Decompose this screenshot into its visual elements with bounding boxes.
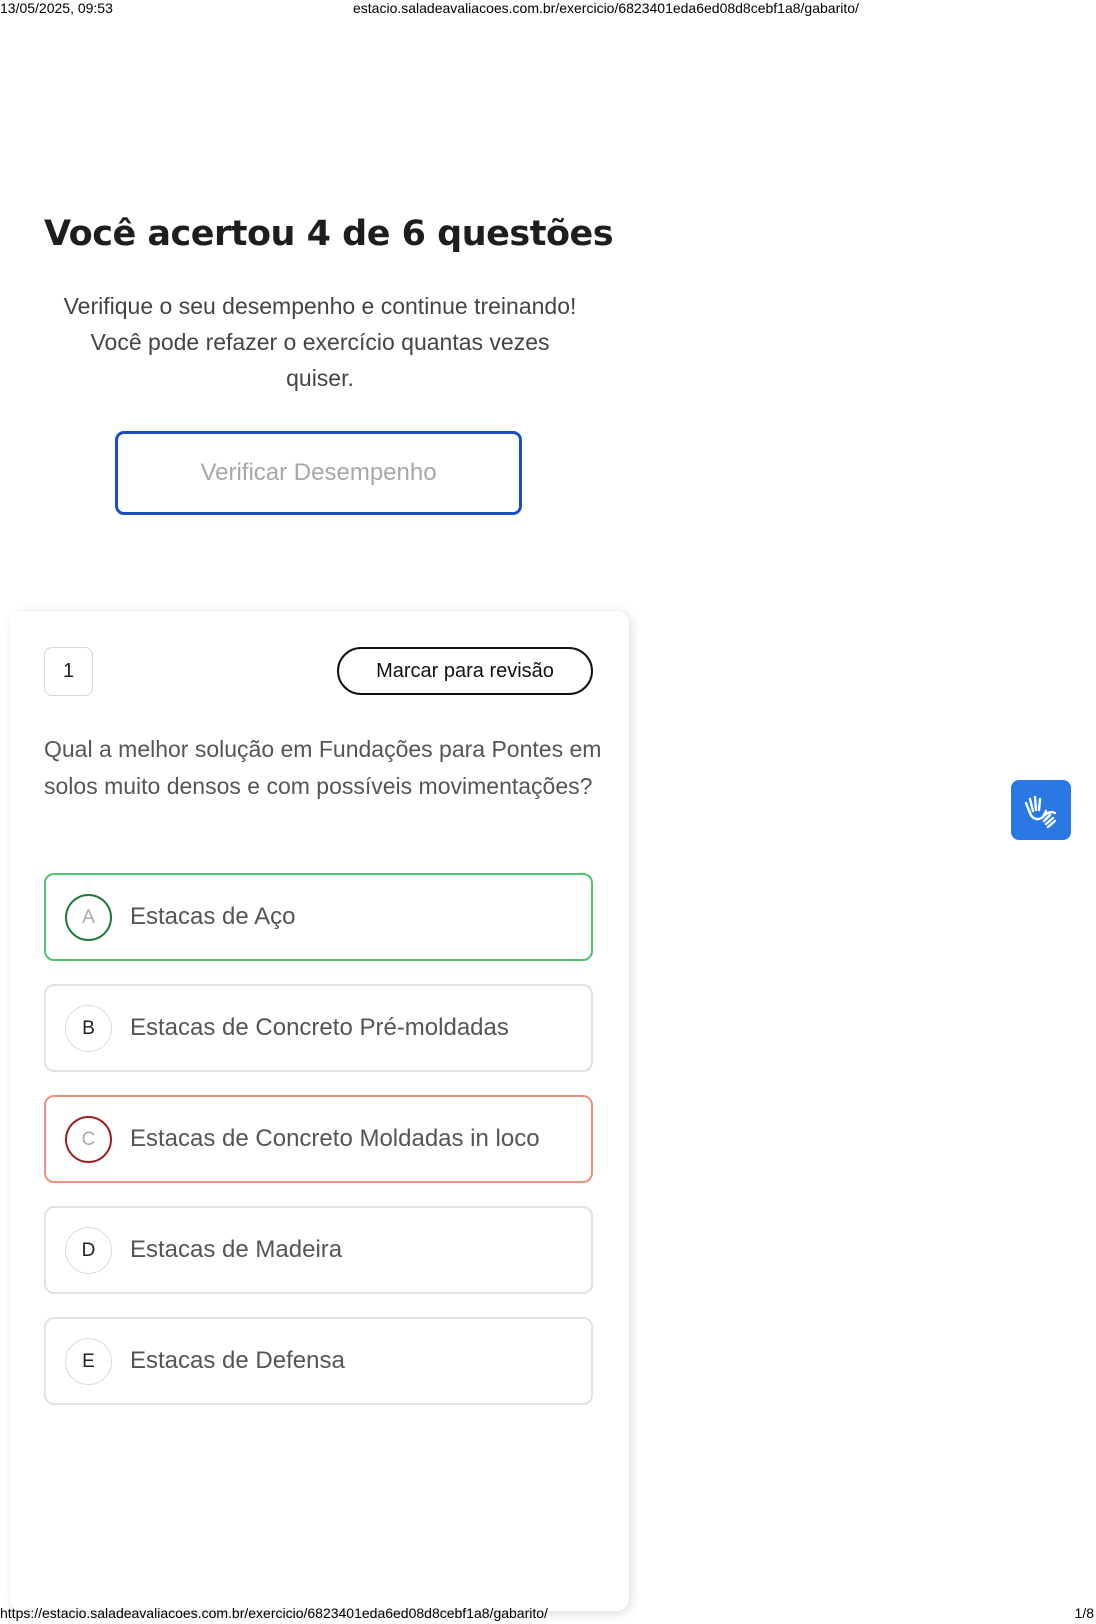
print-url: estacio.saladeavaliacoes.com.br/exercici…	[353, 0, 859, 16]
footer-url: https://estacio.saladeavaliacoes.com.br/…	[0, 1605, 548, 1621]
option-c[interactable]: C Estacas de Concreto Moldadas in loco	[44, 1095, 593, 1183]
mark-for-review-button[interactable]: Marcar para revisão	[337, 647, 593, 695]
option-b[interactable]: B Estacas de Concreto Pré-moldadas	[44, 984, 593, 1072]
option-a[interactable]: A Estacas de Aço	[44, 873, 593, 961]
option-letter: D	[65, 1227, 112, 1274]
option-label: Estacas de Defensa	[130, 1347, 345, 1374]
option-letter: B	[65, 1005, 112, 1052]
option-letter: A	[65, 894, 112, 941]
print-header: 13/05/2025, 09:53 estacio.saladeavaliaco…	[0, 0, 1096, 20]
option-label: Estacas de Aço	[130, 903, 296, 930]
option-d[interactable]: D Estacas de Madeira	[44, 1206, 593, 1294]
page-number: 1/8	[1074, 1605, 1094, 1621]
result-description: Verifique o seu desempenho e continue tr…	[63, 293, 577, 391]
option-label: Estacas de Concreto Moldadas in loco	[130, 1125, 540, 1152]
option-e[interactable]: E Estacas de Defensa	[44, 1317, 593, 1405]
option-label: Estacas de Madeira	[130, 1236, 343, 1263]
question-text: Qual a melhor solução em Fundações para …	[44, 736, 602, 799]
check-performance-button[interactable]: Verificar Desempenho	[115, 431, 522, 515]
sign-language-button[interactable]	[1011, 780, 1071, 840]
sign-language-icon	[1024, 795, 1057, 829]
print-datetime: 13/05/2025, 09:53	[0, 0, 113, 16]
print-footer: https://estacio.saladeavaliacoes.com.br/…	[0, 1605, 1096, 1624]
option-letter: C	[65, 1116, 112, 1163]
option-letter: E	[65, 1338, 112, 1385]
option-label: Estacas de Concreto Pré-moldadas	[130, 1014, 509, 1041]
question-number: 1	[44, 647, 93, 696]
result-title: Você acertou 4 de 6 questões	[44, 214, 614, 254]
